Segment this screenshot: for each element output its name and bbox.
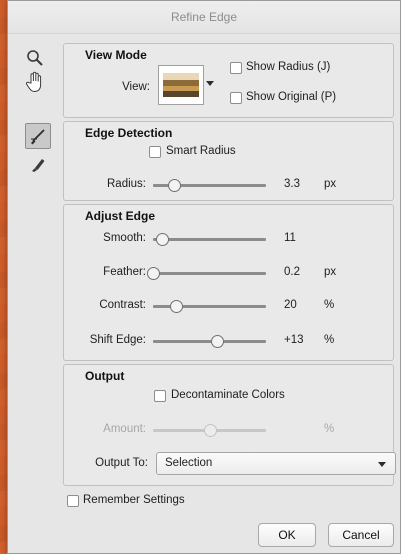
chevron-down-icon [378, 462, 386, 467]
output-to-label: Output To: [95, 457, 148, 469]
amount-label: Amount: [103, 423, 146, 435]
contrast-label: Contrast: [99, 299, 146, 311]
feather-value[interactable]: 0.2 [284, 266, 300, 278]
amount-unit: % [324, 423, 335, 435]
view-preview-thumbnail [163, 73, 199, 97]
smart-radius-label: Smart Radius [166, 145, 236, 157]
smooth-slider-track[interactable] [153, 238, 266, 241]
feather-unit: px [324, 266, 337, 278]
shift-edge-slider-track[interactable] [153, 340, 266, 343]
smooth-value[interactable]: 11 [284, 232, 296, 244]
show-radius-checkbox[interactable] [230, 62, 242, 74]
erase-refinements-tool[interactable] [25, 151, 51, 177]
hand-icon [26, 71, 42, 93]
view-mode-title: View Mode [85, 48, 147, 62]
radius-label: Radius: [107, 178, 146, 190]
view-mode-picker[interactable] [158, 65, 204, 105]
tool-column [8, 35, 60, 205]
dialog-title: Refine Edge [8, 1, 400, 34]
show-original-label: Show Original (P) [246, 91, 337, 103]
refine-radius-tool[interactable] [25, 123, 51, 149]
refine-edge-dialog: Refine Edge View Mode View: Show Radius … [7, 0, 401, 554]
show-radius-label: Show Radius (J) [246, 61, 331, 73]
ok-button[interactable]: OK [258, 523, 316, 547]
edge-detection-title: Edge Detection [85, 126, 173, 140]
magnifier-icon [27, 50, 43, 66]
output-to-select[interactable]: Selection [156, 452, 396, 475]
smooth-slider-thumb[interactable] [156, 233, 170, 246]
feather-slider-thumb[interactable] [147, 267, 160, 280]
contrast-unit: % [324, 299, 335, 311]
remember-settings-checkbox[interactable] [67, 495, 79, 507]
view-label: View: [122, 81, 150, 93]
decontaminate-colors-checkbox[interactable] [154, 390, 166, 402]
shift-edge-slider-thumb[interactable] [210, 335, 224, 348]
feather-slider-track[interactable] [153, 272, 266, 275]
smooth-label: Smooth: [103, 232, 146, 244]
decontaminate-colors-label: Decontaminate Colors [171, 389, 285, 401]
smart-radius-checkbox[interactable] [149, 146, 161, 158]
output-to-value: Selection [165, 457, 213, 469]
shift-edge-unit: % [324, 334, 335, 346]
chevron-down-icon[interactable] [206, 81, 214, 86]
feather-label: Feather: [103, 266, 146, 278]
radius-value[interactable]: 3.3 [284, 178, 300, 190]
output-title: Output [85, 369, 125, 383]
eraser-brush-icon [32, 159, 45, 172]
amount-slider-thumb [203, 424, 217, 437]
hand-tool[interactable] [23, 69, 49, 95]
brush-icon [31, 129, 45, 145]
radius-unit: px [324, 178, 337, 190]
shift-edge-value[interactable]: +13 [284, 334, 304, 346]
cancel-button[interactable]: Cancel [328, 523, 394, 547]
contrast-slider-thumb[interactable] [169, 300, 183, 313]
shift-edge-label: Shift Edge: [89, 334, 146, 346]
zoom-tool[interactable] [22, 45, 48, 71]
show-original-checkbox[interactable] [230, 92, 242, 104]
adjust-edge-title: Adjust Edge [85, 209, 156, 223]
contrast-value[interactable]: 20 [284, 299, 297, 311]
remember-settings-label: Remember Settings [83, 494, 185, 506]
